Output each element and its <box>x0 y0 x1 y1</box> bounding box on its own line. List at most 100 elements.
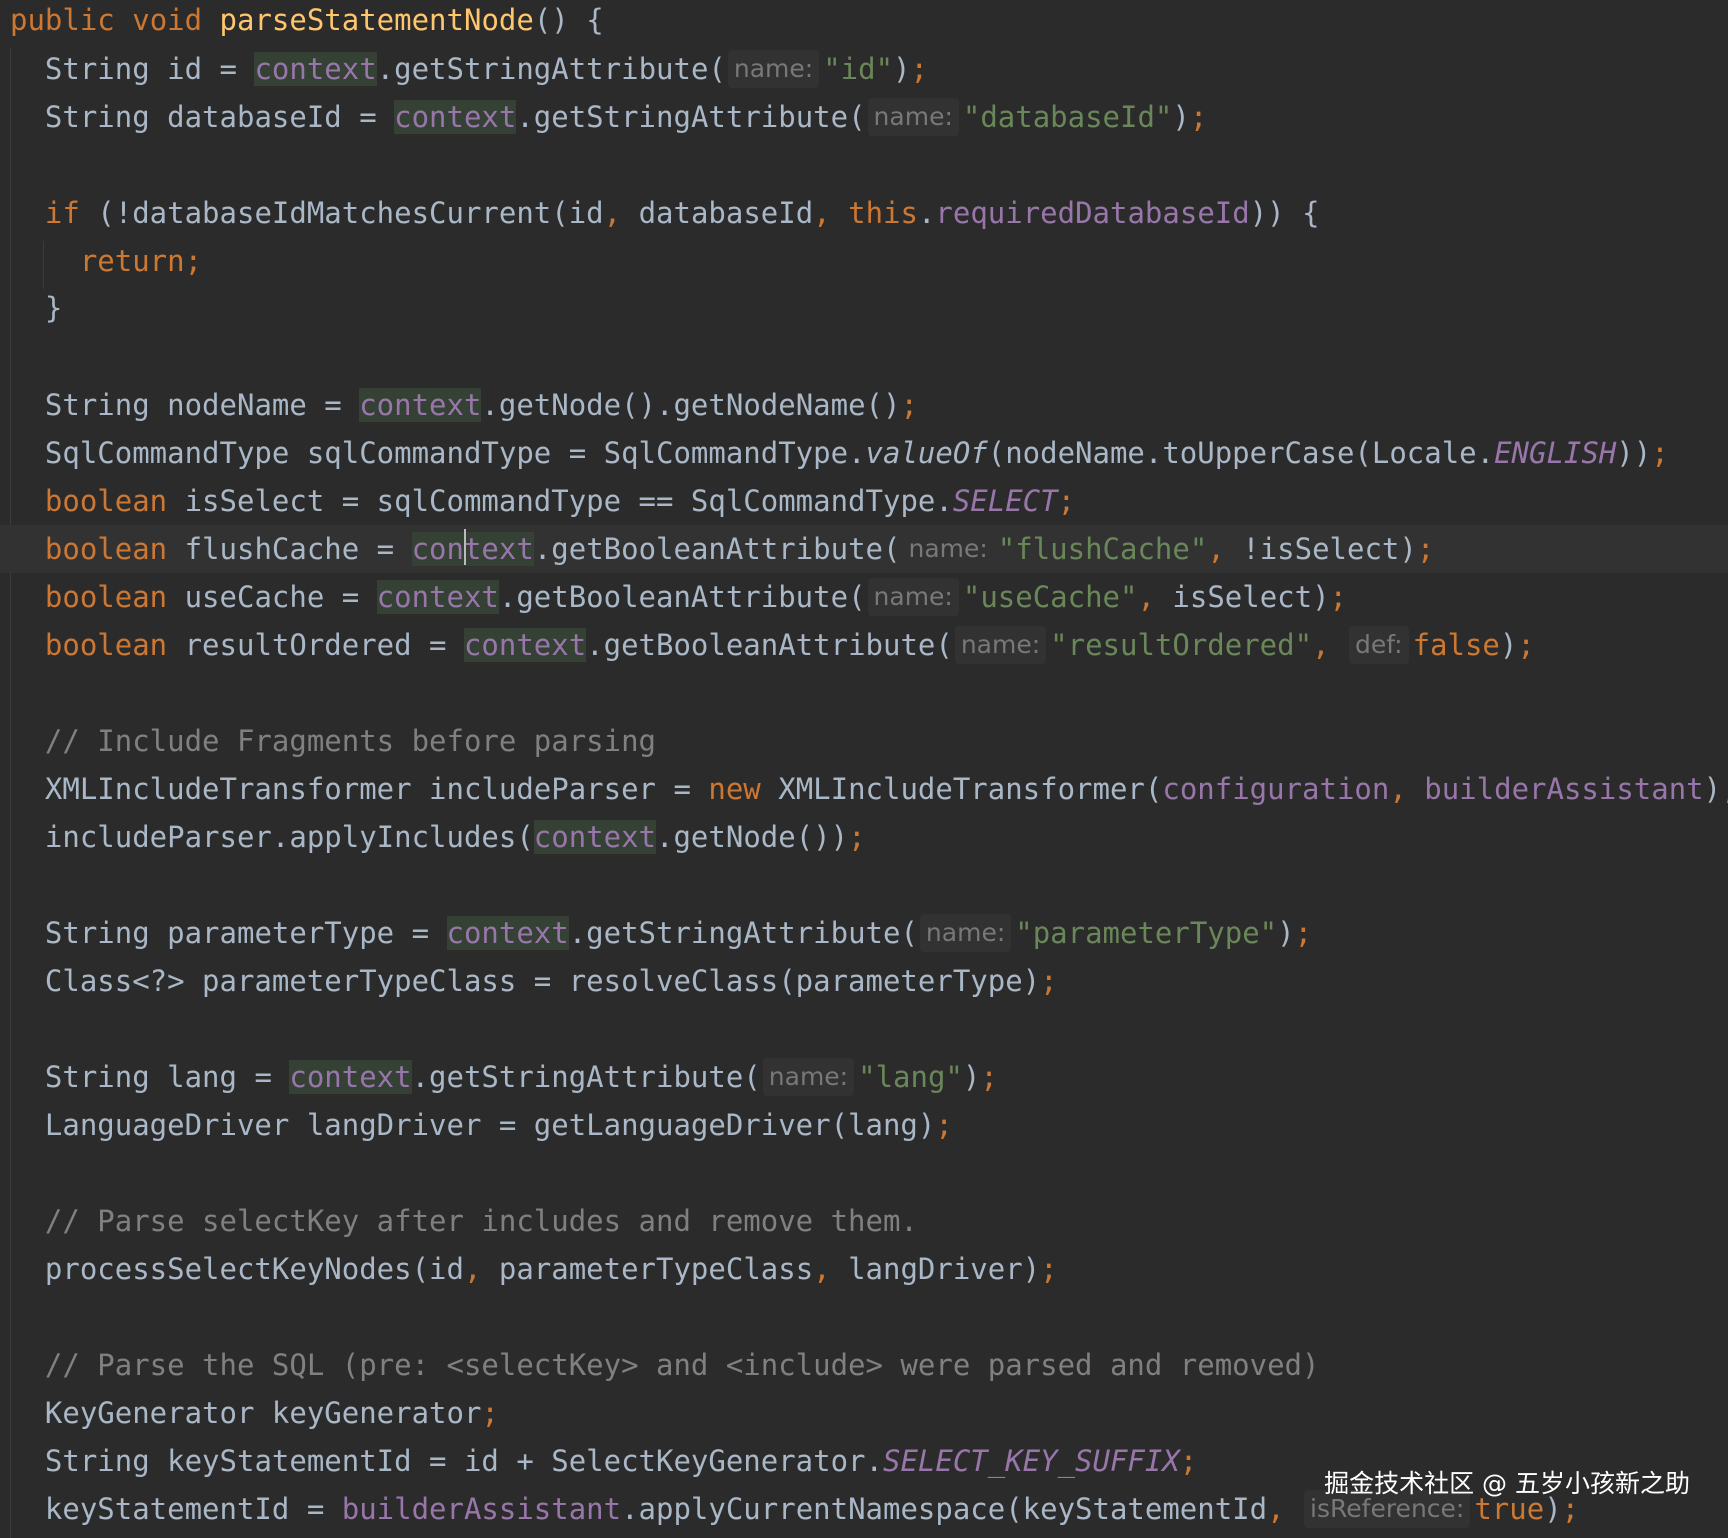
semicolon: ; <box>1040 964 1058 998</box>
code-text: isSelect) <box>1154 580 1330 614</box>
code-line[interactable]: // Parse the SQL (pre: <selectKey> and <… <box>10 1341 1320 1389</box>
code-text: SqlCommandType sqlCommandType = SqlComma… <box>44 436 866 470</box>
keyword-public: public <box>10 3 115 37</box>
code-line[interactable]: XMLIncludeTransformer includeParser = ne… <box>10 765 1728 813</box>
field-context: context <box>254 52 377 86</box>
field-context: context <box>376 580 499 614</box>
comma: , <box>813 1252 831 1286</box>
code-line[interactable]: // Include Fragments before parsing <box>10 717 656 765</box>
code-text: .getBooleanAttribute( <box>533 532 901 566</box>
code-text: .getNode()) <box>656 820 849 854</box>
keyword-boolean: boolean <box>44 484 168 518</box>
keyword-this: this <box>848 196 918 230</box>
keyword-false: false <box>1412 628 1500 662</box>
code-text: . <box>917 196 936 230</box>
field-context: context <box>533 820 657 854</box>
code-text: .applyCurrentNamespace(keyStatementId <box>621 1492 1268 1526</box>
semicolon: ; <box>481 1396 499 1430</box>
code-text: lang = <box>167 1060 290 1094</box>
code-line[interactable]: if (!databaseIdMatchesCurrent(id, databa… <box>10 189 1320 237</box>
code-line[interactable]: Class<?> parameterTypeClass = resolveCla… <box>10 957 1058 1005</box>
type-string: String <box>44 100 168 134</box>
code-text: flushCache = <box>167 532 412 566</box>
code-editor[interactable]: public void parseStatementNode() { Strin… <box>0 0 1728 1538</box>
code-text: databaseId = <box>167 100 395 134</box>
code-text: !isSelect) <box>1224 532 1417 566</box>
code-text: processSelectKeyNodes(id <box>44 1252 464 1286</box>
code-line[interactable]: } <box>10 284 62 332</box>
code-line[interactable]: String keyStatementId = id + SelectKeyGe… <box>10 1437 1197 1485</box>
code-text: ) <box>1703 772 1722 806</box>
string-literal: "parameterType" <box>1015 916 1278 950</box>
semicolon: ; <box>1189 100 1208 134</box>
code-comment: // Parse the SQL (pre: <selectKey> and <… <box>44 1348 1320 1382</box>
field-context: context <box>411 529 534 566</box>
code-text: parameterTypeClass <box>481 1252 814 1286</box>
code-text: Class<?> parameterTypeClass = resolveCla… <box>44 964 1041 998</box>
code-text: nodeName = <box>167 388 360 422</box>
comma: , <box>813 196 831 230</box>
code-text: databaseId <box>621 196 814 230</box>
code-line[interactable]: includeParser.applyIncludes(context.getN… <box>10 813 866 861</box>
code-text: includeParser.applyIncludes( <box>44 820 534 854</box>
code-text: (nodeName.toUpperCase(Locale. <box>987 436 1495 470</box>
parameter-hint: name: <box>727 50 820 88</box>
code-line[interactable]: public void parseStatementNode() { <box>10 0 604 44</box>
code-line[interactable]: String parameterType = context.getString… <box>10 909 1312 957</box>
parameter-hint: name: <box>762 1058 855 1096</box>
keyword-if: if <box>44 196 80 230</box>
type-string: String <box>44 52 168 86</box>
code-text: langDriver) <box>830 1252 1041 1286</box>
code-line[interactable]: String nodeName = context.getNode().getN… <box>10 381 918 429</box>
code-text: useCache = <box>167 580 377 614</box>
semicolon: ; <box>1040 1252 1058 1286</box>
code-text: keyStatementId = <box>44 1492 342 1526</box>
comma: , <box>1389 772 1407 806</box>
code-text: LanguageDriver langDriver = getLanguageD… <box>44 1108 936 1142</box>
code-text: ) <box>1499 628 1518 662</box>
semicolon: ; <box>1057 484 1076 518</box>
comma: , <box>1207 532 1225 566</box>
code-line[interactable]: String databaseId = context.getStringAtt… <box>10 93 1207 141</box>
code-text: XMLIncludeTransformer includeParser = <box>44 772 709 806</box>
code-text: isSelect = sqlCommandType == SqlCommandT… <box>167 484 953 518</box>
semicolon: ; <box>1416 532 1435 566</box>
code-text: ) <box>1277 916 1295 950</box>
field-configuration: configuration <box>1162 772 1390 806</box>
code-text: keyStatementId = id + SelectKeyGenerator… <box>167 1444 883 1478</box>
code-text: text <box>463 532 534 566</box>
string-literal: "databaseId" <box>962 100 1173 134</box>
code-line[interactable]: processSelectKeyNodes(id, parameterTypeC… <box>10 1245 1058 1293</box>
keyword-boolean: boolean <box>44 628 168 662</box>
code-line[interactable]: KeyGenerator keyGenerator; <box>10 1389 499 1437</box>
comma: , <box>463 1252 482 1286</box>
semicolon: ; <box>1721 772 1728 806</box>
parameter-hint: name: <box>954 626 1047 664</box>
comma: , <box>1137 580 1155 614</box>
code-text: .getBooleanAttribute( <box>498 580 866 614</box>
code-line[interactable]: return; <box>10 237 202 285</box>
code-line[interactable]: String lang = context.getStringAttribute… <box>10 1053 998 1101</box>
keyword-boolean: boolean <box>44 532 168 566</box>
code-text: KeyGenerator keyGenerator <box>44 1396 482 1430</box>
code-line[interactable]: String id = context.getStringAttribute(n… <box>10 45 928 93</box>
parameter-hint: name: <box>902 530 994 568</box>
code-text: )) <box>1616 436 1652 470</box>
code-line[interactable]: boolean resultOrdered = context.getBoole… <box>10 621 1535 669</box>
code-line[interactable]: LanguageDriver langDriver = getLanguageD… <box>10 1101 953 1149</box>
code-text: id = <box>167 52 255 86</box>
string-literal: "flushCache" <box>997 532 1208 566</box>
comma: , <box>603 196 622 230</box>
comma: , <box>1267 1492 1285 1526</box>
code-line[interactable]: boolean useCache = context.getBooleanAtt… <box>10 573 1347 621</box>
code-text: .getStringAttribute( <box>411 1060 761 1094</box>
code-line[interactable]: // Parse selectKey after includes and re… <box>10 1197 918 1245</box>
code-text: () { <box>533 3 604 37</box>
current-code-line[interactable]: boolean flushCache = context.getBooleanA… <box>0 525 1728 573</box>
code-line[interactable]: SqlCommandType sqlCommandType = SqlComma… <box>10 429 1669 477</box>
static-method: valueOf <box>865 436 988 470</box>
parameter-hint: name: <box>919 914 1012 952</box>
code-text: XMLIncludeTransformer( <box>760 772 1163 806</box>
code-line[interactable]: boolean isSelect = sqlCommandType == Sql… <box>10 477 1075 525</box>
string-literal: "lang" <box>858 1060 963 1094</box>
